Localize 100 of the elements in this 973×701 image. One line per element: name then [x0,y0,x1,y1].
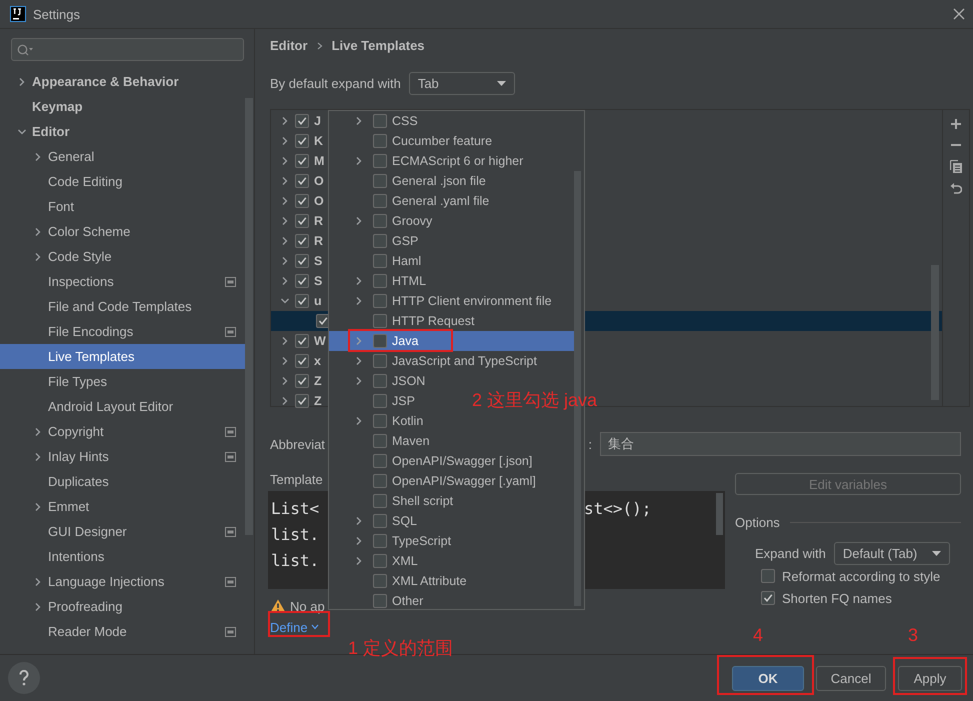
dialog-button[interactable]: Apply [898,666,962,690]
template-group[interactable]: S [271,251,328,271]
checkbox[interactable] [295,294,309,308]
checkbox[interactable] [373,454,387,468]
scrollbar-thumb[interactable] [245,98,253,535]
language-item[interactable]: Haml [329,251,426,271]
language-item[interactable]: JavaScript and TypeScript [329,351,541,371]
template-group[interactable]: M [271,151,328,171]
sidebar-item[interactable]: Emmet [0,494,245,519]
checkbox[interactable] [373,114,387,128]
language-item[interactable]: Shell script [329,491,458,511]
chevron-right-icon[interactable] [354,356,364,366]
language-item[interactable]: HTTP Request [329,311,478,331]
language-item[interactable]: JSON [329,371,430,391]
chevron-right-icon[interactable] [280,256,290,266]
chevron-right-icon[interactable] [354,516,364,526]
checkbox[interactable] [373,514,387,528]
checkbox[interactable] [373,174,387,188]
checkbox[interactable] [295,394,309,408]
sidebar-item[interactable]: Code Editing [0,169,245,194]
checkbox[interactable] [295,114,309,128]
language-item[interactable]: JSP [329,391,419,411]
sidebar-item[interactable]: Copyright [0,419,245,444]
dialog-button[interactable]: OK [732,666,804,690]
sidebar-item[interactable]: Intentions [0,544,245,569]
checkbox[interactable] [373,554,387,568]
define-link[interactable]: Define [270,619,319,635]
sidebar-item[interactable]: Keymap [0,94,245,119]
checkbox[interactable] [373,134,387,148]
language-item[interactable]: Cucumber feature [329,131,496,151]
chevron-right-icon[interactable] [354,556,364,566]
checkbox[interactable] [373,334,387,348]
chevron-right-icon[interactable] [280,116,290,126]
sidebar-item[interactable]: Color Scheme [0,219,245,244]
template-group[interactable]: R [271,231,328,251]
checkbox[interactable] [295,334,309,348]
help-button[interactable] [8,662,40,694]
checkbox[interactable] [295,254,309,268]
checkbox[interactable] [373,354,387,368]
chevron-right-icon[interactable] [280,196,290,206]
dialog-button[interactable]: Cancel [816,666,886,690]
chevron-right-icon[interactable] [33,252,43,262]
template-group[interactable]: u [271,291,328,311]
checkbox[interactable] [373,214,387,228]
sidebar-item[interactable]: Inspections [0,269,245,294]
checkbox[interactable] [373,474,387,488]
template-group[interactable]: K [271,131,328,151]
template-group[interactable]: O [271,191,328,211]
chevron-right-icon[interactable] [33,576,43,586]
undo-icon[interactable] [950,182,962,194]
language-item[interactable]: Java [329,331,574,351]
sidebar-item[interactable]: Code Style [0,244,245,269]
chevron-right-icon[interactable] [354,376,364,386]
chevron-right-icon[interactable] [354,416,364,426]
chevron-right-icon[interactable] [33,426,43,436]
template-item[interactable] [271,311,328,331]
language-item[interactable]: CSS [329,111,422,131]
checkbox[interactable] [373,574,387,588]
chevron-right-icon[interactable] [280,236,290,246]
template-group[interactable]: R [271,211,328,231]
template-group[interactable]: Z [271,371,328,391]
expand-dropdown[interactable]: Tab [408,72,515,94]
template-group[interactable]: O [271,171,328,191]
add-icon[interactable] [950,118,962,130]
language-item[interactable]: HTML [329,271,430,291]
checkbox[interactable] [295,374,309,388]
checkbox[interactable] [295,194,309,208]
checkbox[interactable] [295,274,309,288]
language-item[interactable]: OpenAPI/Swagger [.json] [329,451,536,471]
checkbox[interactable] [373,194,387,208]
checkbox[interactable] [373,374,387,388]
template-group[interactable]: W [271,331,328,351]
checkbox[interactable] [373,494,387,508]
checkbox[interactable] [373,314,387,328]
chevron-right-icon[interactable] [354,276,364,286]
sidebar-item[interactable]: Duplicates [0,469,245,494]
language-item[interactable]: HTTP Client environment file [329,291,556,311]
chevron-right-icon[interactable] [280,276,290,286]
chevron-right-icon[interactable] [354,216,364,226]
chevron-right-icon[interactable] [17,76,27,86]
checkbox[interactable] [373,434,387,448]
chevron-right-icon[interactable] [280,176,290,186]
checkbox-label[interactable]: Shorten FQ names [782,590,892,606]
checkbox[interactable] [373,154,387,168]
checkbox[interactable] [295,234,309,248]
checkbox[interactable] [373,534,387,548]
sidebar-item[interactable]: Inlay Hints [0,444,245,469]
sidebar-item[interactable]: Appearance & Behavior [0,69,245,94]
language-item[interactable]: GSP [329,231,422,251]
sidebar-item[interactable]: Editor [0,119,245,144]
sidebar-item[interactable]: File and Code Templates [0,294,245,319]
checkbox[interactable] [373,294,387,308]
checkbox[interactable] [295,354,309,368]
checkbox[interactable] [373,274,387,288]
chevron-right-icon[interactable] [280,136,290,146]
scrollbar-thumb[interactable] [716,493,723,535]
language-item[interactable]: XML Attribute [329,571,471,591]
checkbox[interactable] [295,154,309,168]
chevron-right-icon[interactable] [280,356,290,366]
language-item[interactable]: TypeScript [329,531,456,551]
